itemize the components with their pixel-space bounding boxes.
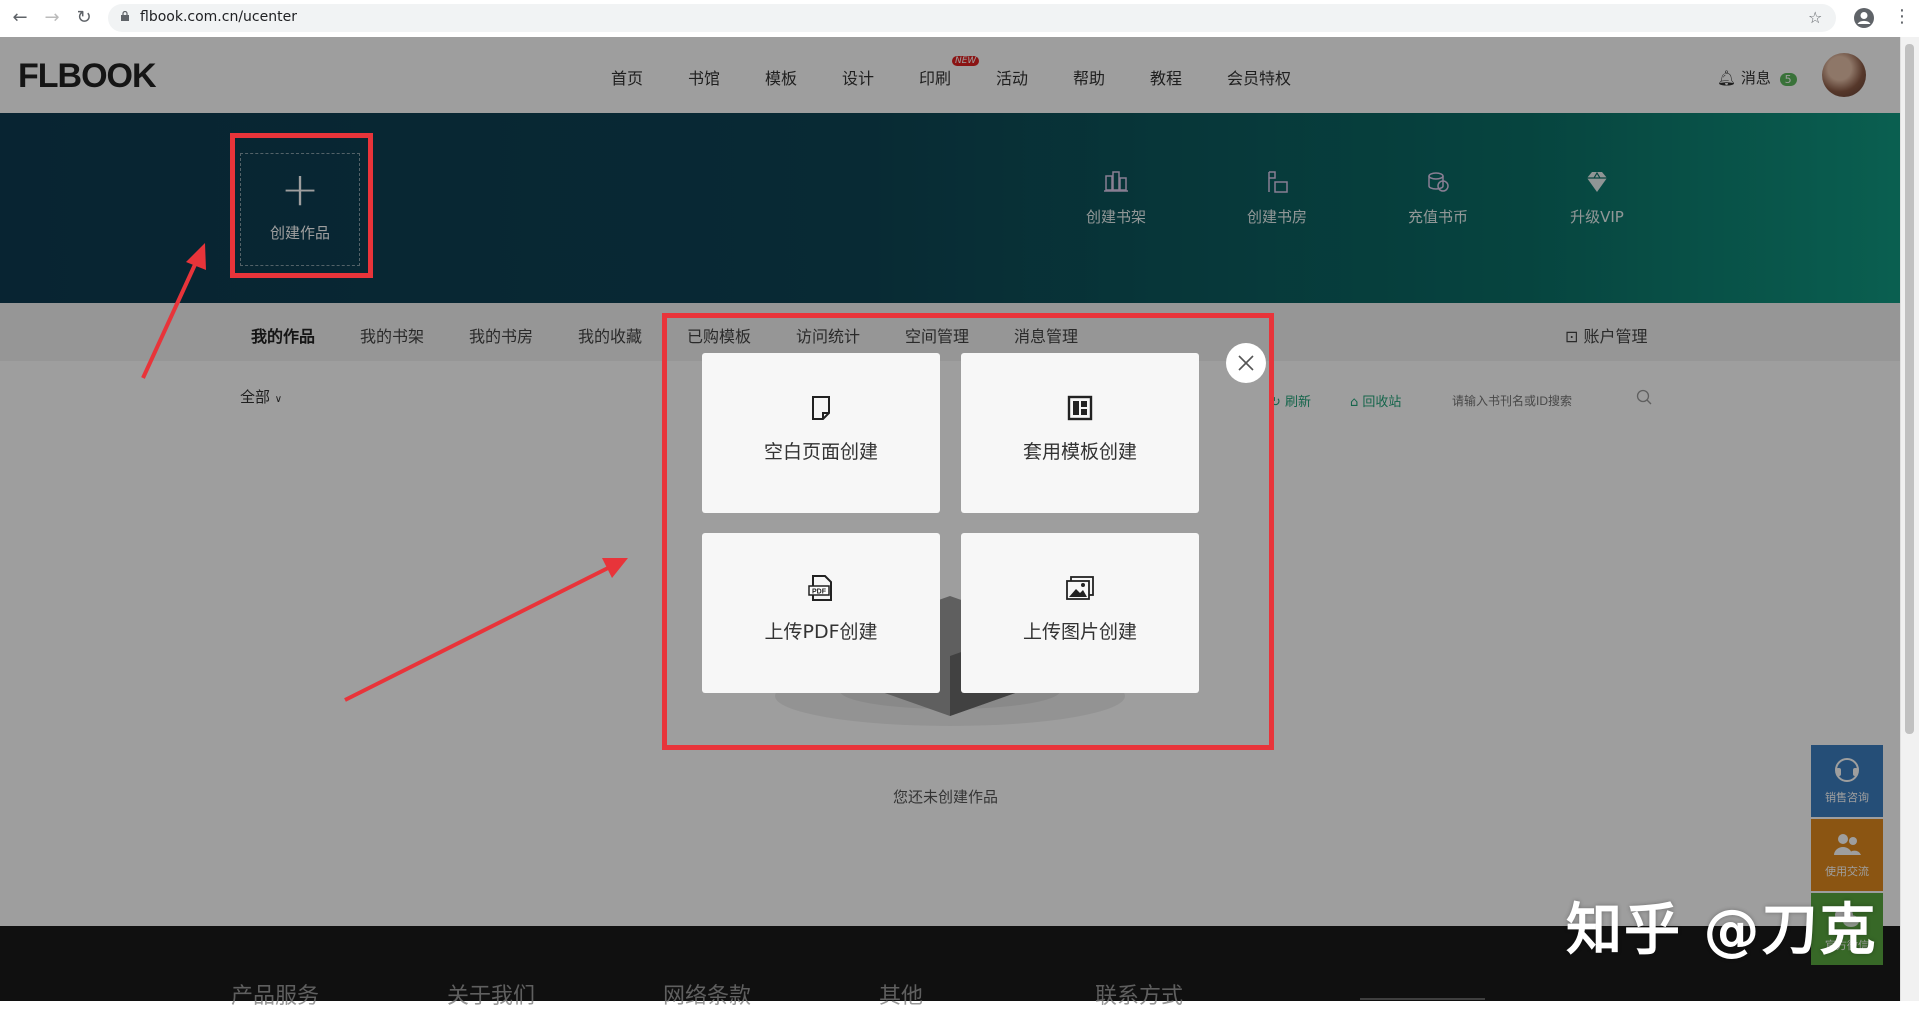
annotation-arrows bbox=[141, 243, 628, 702]
arrow-to-modal-icon bbox=[344, 558, 628, 702]
arrow-to-create-icon bbox=[141, 243, 206, 379]
watermark: 知乎 @刀克 bbox=[1566, 898, 1878, 963]
